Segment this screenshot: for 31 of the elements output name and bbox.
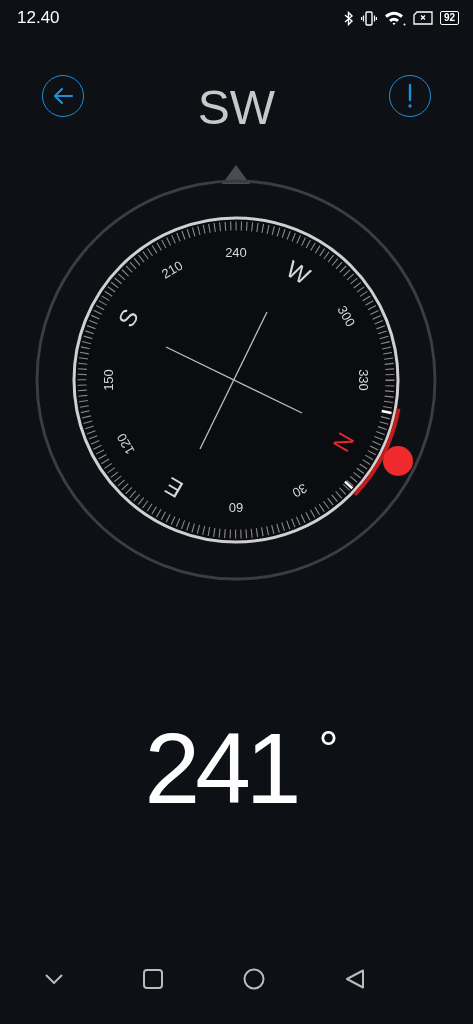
exclamation-icon bbox=[407, 83, 413, 109]
direction-label: SW bbox=[197, 79, 276, 135]
cardinal-label: E bbox=[160, 472, 188, 504]
degree-label: 30 bbox=[289, 480, 310, 501]
range-tick bbox=[344, 480, 354, 490]
heading-value: 241 bbox=[144, 718, 297, 818]
cardinal-label: N bbox=[327, 428, 360, 457]
chevron-down-icon[interactable] bbox=[45, 974, 63, 984]
arrow-left-icon bbox=[52, 87, 74, 105]
vibrate-icon bbox=[360, 10, 377, 26]
range-tick bbox=[381, 409, 392, 415]
degree-label: 150 bbox=[101, 369, 116, 391]
degree-label: 120 bbox=[113, 430, 138, 457]
degree-unit: ° bbox=[318, 724, 339, 774]
target-dot bbox=[383, 446, 413, 476]
heading-pointer bbox=[222, 165, 250, 184]
back-icon[interactable] bbox=[345, 969, 365, 989]
status-time: 12.40 bbox=[17, 8, 60, 28]
degree-label: 330 bbox=[356, 369, 371, 391]
cardinal-label: S bbox=[112, 304, 144, 332]
degree-label: 210 bbox=[159, 257, 186, 282]
no-sim-icon bbox=[412, 11, 433, 25]
bluetooth-icon bbox=[343, 10, 354, 26]
cardinal-label: W bbox=[281, 254, 315, 290]
home-icon[interactable] bbox=[243, 968, 265, 990]
degree-label: 240 bbox=[225, 245, 247, 260]
degree-label: 300 bbox=[334, 303, 359, 330]
battery-icon: 92 bbox=[439, 11, 459, 25]
recents-icon[interactable] bbox=[143, 969, 163, 989]
wifi-icon bbox=[383, 10, 406, 26]
degree-label: 60 bbox=[228, 500, 244, 515]
